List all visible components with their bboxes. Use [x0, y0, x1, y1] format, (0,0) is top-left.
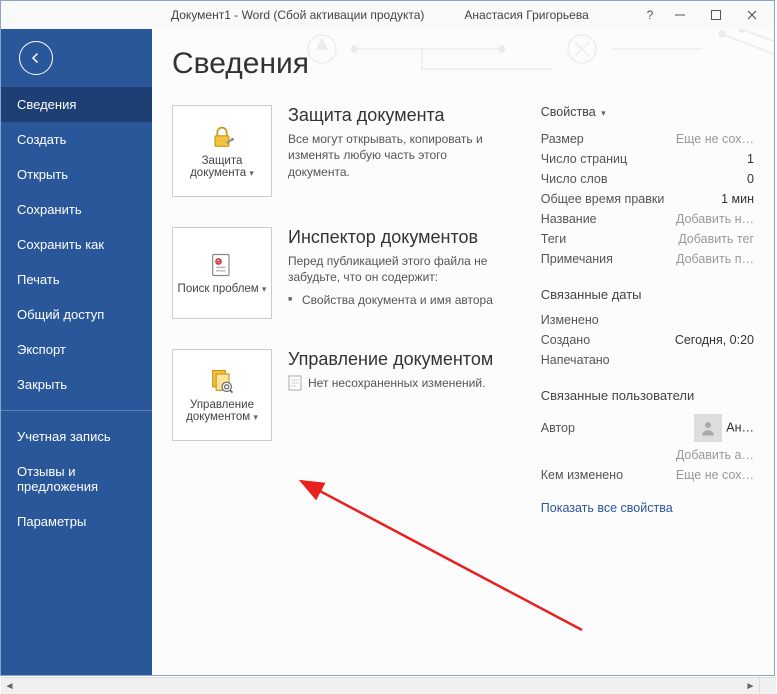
- manage-document-tile[interactable]: Управление документом ▾: [172, 349, 272, 441]
- property-value[interactable]: Еще не сох…: [676, 132, 754, 146]
- property-label: Общее время правки: [541, 192, 665, 206]
- properties-header[interactable]: Свойства ▾: [541, 105, 754, 119]
- add-author[interactable]: Добавить а…: [676, 448, 754, 462]
- back-button[interactable]: [19, 41, 53, 75]
- lock-icon: [208, 123, 236, 151]
- date-value: Сегодня, 0:20: [675, 333, 754, 347]
- sidebar-item-export[interactable]: Экспорт: [1, 332, 152, 367]
- protect-section: Защита документа ▾ Защита документа Все …: [172, 105, 511, 197]
- sidebar-item-account[interactable]: Учетная запись: [1, 419, 152, 454]
- protect-title: Защита документа: [288, 105, 511, 127]
- date-label: Создано: [541, 333, 590, 347]
- property-row: Примечания Добавить п…: [541, 249, 754, 269]
- sidebar-item-info[interactable]: Сведения: [1, 87, 152, 122]
- property-row: Число слов 0: [541, 169, 754, 189]
- property-label: Размер: [541, 132, 584, 146]
- date-label: Напечатано: [541, 353, 610, 367]
- inspect-desc: Перед публикацией этого файла не забудьт…: [288, 253, 511, 287]
- property-label: Название: [541, 212, 597, 226]
- date-row: Напечатано: [541, 350, 754, 370]
- help-button[interactable]: ?: [638, 8, 662, 22]
- property-label: Число слов: [541, 172, 608, 186]
- property-row: Название Добавить н…: [541, 209, 754, 229]
- properties-panel: Свойства ▾ Размер Еще не сох… Число страни…: [541, 105, 754, 515]
- manage-desc: Нет несохраненных изменений.: [308, 375, 485, 392]
- property-value: 1 мин: [721, 192, 754, 206]
- user-name[interactable]: Анастасия Григорьева: [464, 8, 588, 22]
- minimize-button[interactable]: [662, 5, 698, 25]
- sidebar-item-save[interactable]: Сохранить: [1, 192, 152, 227]
- property-value: 1: [747, 152, 754, 166]
- titlebar: Документ1 - Word (Сбой активации продукт…: [1, 1, 774, 29]
- avatar-icon: [694, 414, 722, 442]
- page-title: Сведения: [172, 47, 754, 81]
- close-button[interactable]: [734, 5, 770, 25]
- date-label: Изменено: [541, 313, 599, 327]
- date-row: Изменено: [541, 310, 754, 330]
- property-row: Теги Добавить тег: [541, 229, 754, 249]
- property-row: Число страниц 1: [541, 149, 754, 169]
- property-value: 0: [747, 172, 754, 186]
- property-label: Теги: [541, 232, 566, 246]
- sidebar-item-close[interactable]: Закрыть: [1, 367, 152, 402]
- inspect-section: Поиск проблем ▾ Инспектор документов Пер…: [172, 227, 511, 319]
- sidebar-item-options[interactable]: Параметры: [1, 504, 152, 539]
- maximize-button[interactable]: [698, 5, 734, 25]
- property-label: Примечания: [541, 252, 613, 266]
- protect-desc: Все могут открывать, копировать и изменя…: [288, 131, 511, 181]
- property-row: Размер Еще не сох…: [541, 129, 754, 149]
- manage-title: Управление документом: [288, 349, 511, 371]
- sidebar-item-print[interactable]: Печать: [1, 262, 152, 297]
- changed-by-value: Еще не сох…: [676, 468, 754, 482]
- checklist-icon: [208, 251, 236, 279]
- property-value[interactable]: Добавить н…: [676, 212, 754, 226]
- sidebar-item-saveas[interactable]: Сохранить как: [1, 227, 152, 262]
- protect-document-tile[interactable]: Защита документа ▾: [172, 105, 272, 197]
- property-row: Общее время правки 1 мин: [541, 189, 754, 209]
- manage-section: Управление документом ▾ Управление докум…: [172, 349, 511, 441]
- author-value[interactable]: Ан…: [694, 414, 754, 442]
- related-dates-header: Связанные даты: [541, 287, 754, 302]
- author-label: Автор: [541, 421, 575, 435]
- doc-small-icon: [288, 375, 302, 391]
- show-all-properties[interactable]: Показать все свойства: [541, 501, 754, 515]
- sidebar-item-new[interactable]: Создать: [1, 122, 152, 157]
- property-label: Число страниц: [541, 152, 627, 166]
- scroll-right-icon[interactable]: ►: [742, 679, 759, 694]
- property-value[interactable]: Добавить п…: [676, 252, 754, 266]
- doc-title: Документ1 - Word (Сбой активации продукт…: [171, 8, 424, 22]
- changed-by-label: Кем изменено: [541, 468, 623, 482]
- sidebar-item-open[interactable]: Открыть: [1, 157, 152, 192]
- scroll-left-icon[interactable]: ◄: [1, 679, 18, 694]
- backstage-sidebar: Сведения Создать Открыть Сохранить Сохра…: [1, 29, 152, 675]
- inspect-title: Инспектор документов: [288, 227, 511, 249]
- sidebar-item-share[interactable]: Общий доступ: [1, 297, 152, 332]
- date-row: Создано Сегодня, 0:20: [541, 330, 754, 350]
- main-content: Сведения Защита документа ▾ Защита докум…: [152, 29, 774, 675]
- documents-icon: [208, 367, 236, 395]
- related-users-header: Связанные пользователи: [541, 388, 754, 403]
- horizontal-scrollbar[interactable]: ◄ ►: [1, 677, 759, 694]
- scroll-corner: [759, 677, 776, 694]
- check-issues-tile[interactable]: Поиск проблем ▾: [172, 227, 272, 319]
- sidebar-item-feedback[interactable]: Отзывы и предложения: [1, 454, 152, 504]
- property-value[interactable]: Добавить тег: [678, 232, 754, 246]
- inspect-bullet: Свойства документа и имя автора: [288, 292, 511, 309]
